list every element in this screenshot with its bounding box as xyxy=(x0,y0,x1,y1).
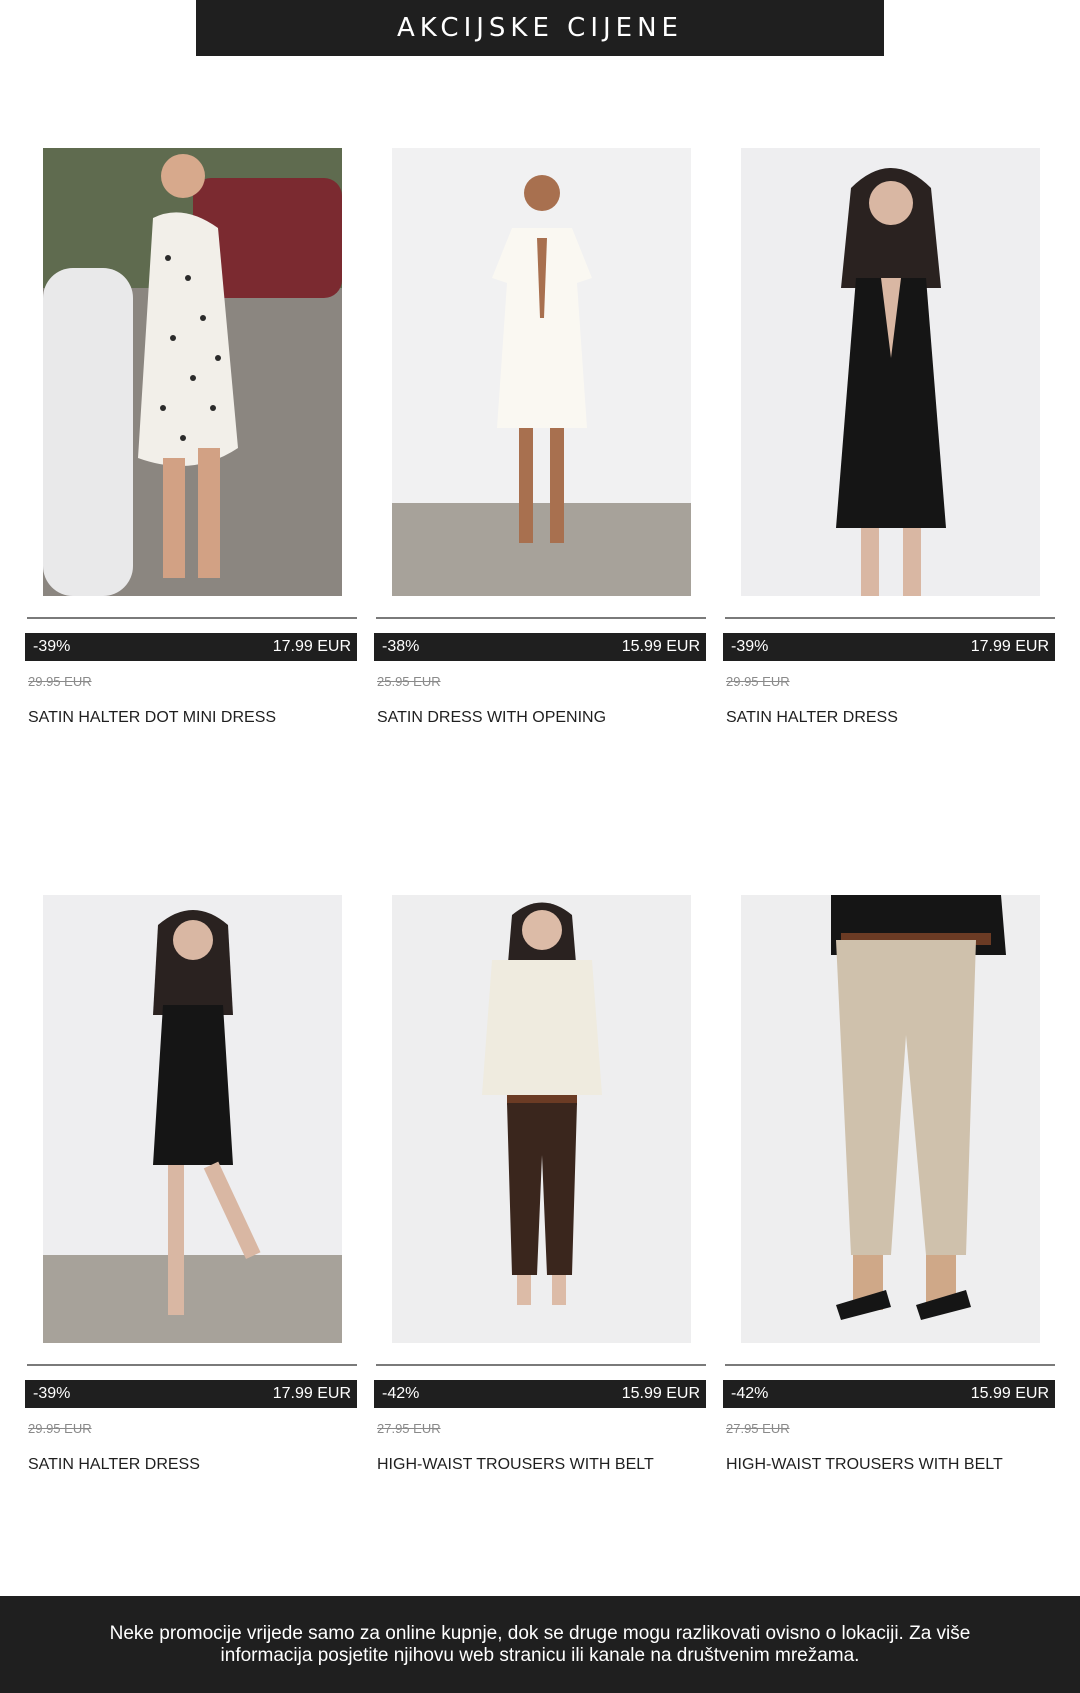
footer-text: Neke promocije vrijede samo za online ku… xyxy=(109,1622,971,1666)
price-bar: -42% 15.99 EUR xyxy=(374,1380,706,1408)
sale-price: 15.99 EUR xyxy=(621,638,700,655)
price-bar: -42% 15.99 EUR xyxy=(723,1380,1055,1408)
original-price: 29.95 EUR xyxy=(28,674,92,689)
sale-price: 17.99 EUR xyxy=(272,638,351,655)
sale-price: 15.99 EUR xyxy=(970,1385,1049,1402)
sale-price: 15.99 EUR xyxy=(621,1385,700,1402)
divider xyxy=(725,1364,1055,1366)
divider xyxy=(27,617,357,619)
price-bar: -39% 17.99 EUR xyxy=(25,633,357,661)
product-image-beige-trousers[interactable] xyxy=(741,895,1040,1343)
sale-price: 17.99 EUR xyxy=(272,1385,351,1402)
product-image-satin-halter-dress-pose[interactable] xyxy=(43,895,342,1343)
discount-badge: -42% xyxy=(731,1385,769,1402)
product-image-satin-halter-dress[interactable] xyxy=(741,148,1040,596)
product-name[interactable]: HIGH-WAIST TROUSERS WITH BELT xyxy=(726,1456,1003,1474)
divider xyxy=(376,1364,706,1366)
footer-disclaimer: Neke promocije vrijede samo za online ku… xyxy=(0,1596,1080,1693)
price-bar: -39% 17.99 EUR xyxy=(25,1380,357,1408)
product-name[interactable]: SATIN HALTER DRESS xyxy=(726,709,898,727)
original-price: 27.95 EUR xyxy=(377,1421,441,1436)
sale-price: 17.99 EUR xyxy=(970,638,1049,655)
divider xyxy=(725,617,1055,619)
price-bar: -38% 15.99 EUR xyxy=(374,633,706,661)
discount-badge: -38% xyxy=(382,638,420,655)
discount-badge: -39% xyxy=(731,638,769,655)
product-name[interactable]: SATIN DRESS WITH OPENING xyxy=(377,709,606,727)
divider xyxy=(376,617,706,619)
original-price: 27.95 EUR xyxy=(726,1421,790,1436)
product-name[interactable]: SATIN HALTER DOT MINI DRESS xyxy=(28,709,276,727)
product-name[interactable]: SATIN HALTER DRESS xyxy=(28,1456,200,1474)
promo-banner: AKCIJSKE CIJENE xyxy=(196,0,884,56)
price-bar: -39% 17.99 EUR xyxy=(723,633,1055,661)
discount-badge: -39% xyxy=(33,638,71,655)
original-price: 25.95 EUR xyxy=(377,674,441,689)
banner-title: AKCIJSKE CIJENE xyxy=(397,13,683,43)
product-image-brown-trousers[interactable] xyxy=(392,895,691,1343)
product-image-satin-dress-opening[interactable] xyxy=(392,148,691,596)
original-price: 29.95 EUR xyxy=(726,674,790,689)
divider xyxy=(27,1364,357,1366)
discount-badge: -42% xyxy=(382,1385,420,1402)
original-price: 29.95 EUR xyxy=(28,1421,92,1436)
product-image-dot-dress[interactable] xyxy=(43,148,342,596)
discount-badge: -39% xyxy=(33,1385,71,1402)
product-name[interactable]: HIGH-WAIST TROUSERS WITH BELT xyxy=(377,1456,654,1474)
